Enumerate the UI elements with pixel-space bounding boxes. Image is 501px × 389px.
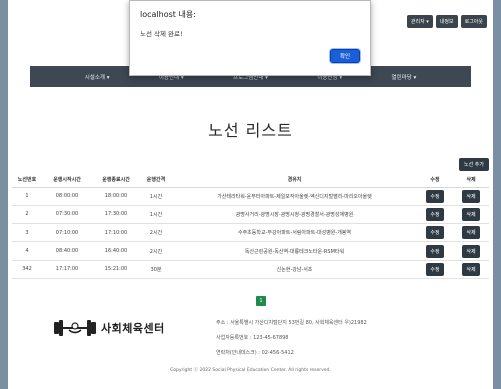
footer-address: 주소 : 서울특별시 가산디지털단지 53번길 80, 사회체육센터 우)219…	[216, 320, 367, 326]
alert-title: localhost 내용:	[140, 10, 196, 19]
start-time: 08:40:00	[42, 241, 92, 261]
edit-button[interactable]: 수정	[426, 262, 444, 276]
col-edit: 수정	[417, 173, 453, 188]
edit-cell: 수정	[417, 223, 453, 243]
route-no: 342	[12, 260, 42, 279]
col-delete: 삭제	[453, 173, 489, 188]
edit-button[interactable]: 수정	[426, 244, 444, 258]
alert-message: 노선 삭제 완료!	[140, 30, 183, 38]
start-time: 08:00:00	[42, 187, 92, 206]
delete-button[interactable]: 삭제	[462, 262, 480, 276]
delete-cell: 삭제	[453, 241, 489, 261]
table-row: 2 07:30:00 17:30:00 1시간 광명사거리-광명시장-광명시청-…	[12, 205, 489, 225]
route-table: 노선번호 운행시작시간 운행종료시간 운행간격 경유지 수정 삭제 1 08:0…	[12, 173, 489, 279]
delete-button[interactable]: 삭제	[462, 207, 480, 221]
edit-button[interactable]: 수정	[426, 189, 444, 203]
page-title: 노선 리스트	[208, 121, 293, 140]
stops: 가산테라타워-윤부터아파트-제일포작아울렛-엑신디지털밸리-마리오아울렛	[172, 187, 417, 206]
edit-cell: 수정	[417, 241, 453, 261]
route-no: 4	[12, 241, 42, 261]
col-interval: 운행간격	[140, 173, 172, 188]
start-time: 07:30:00	[42, 205, 92, 225]
admin-menu-button[interactable]: 관리자 ▾	[406, 15, 433, 28]
end-time: 17:30:00	[92, 205, 140, 225]
interval: 1시간	[140, 187, 172, 206]
stops: 신논현-강남-서초	[172, 260, 417, 279]
end-time: 17:10:00	[92, 223, 140, 243]
delete-cell: 삭제	[453, 205, 489, 225]
copyright: Copyright ⓒ 2022 Social Physical Educati…	[170, 368, 331, 373]
stops: 광명사거리-광명시장-광명시청-광명경찰서-광명성애병원	[172, 205, 417, 225]
delete-cell: 삭제	[453, 223, 489, 243]
alert-ok-button[interactable]: 확인	[330, 49, 360, 63]
end-time: 18:00:00	[92, 187, 140, 206]
edit-cell: 수정	[417, 187, 453, 206]
dumbbell-icon	[54, 320, 96, 336]
interval: 2시간	[140, 241, 172, 261]
start-time: 17:17:00	[42, 260, 92, 279]
site-logo[interactable]: 사회체육센터	[52, 318, 165, 338]
interval: 2시간	[140, 223, 172, 243]
edit-cell: 수정	[417, 260, 453, 279]
edit-button[interactable]: 수정	[426, 226, 444, 240]
route-no: 3	[12, 223, 42, 243]
footer-info: 주소 : 서울특별시 가산디지털단지 53번길 80, 사회체육센터 우)219…	[216, 316, 367, 361]
logout-button[interactable]: 로그아웃	[460, 15, 487, 28]
edit-button[interactable]: 수정	[426, 207, 444, 221]
nav-item-open-forum[interactable]: 열린마당 ▾	[392, 73, 417, 81]
route-no: 2	[12, 205, 42, 225]
table-row: 4 08:40:00 16:40:00 2시간 독산근린공원-독산역-대륭테크노…	[12, 241, 489, 261]
table-header-row: 노선번호 운행시작시간 운행종료시간 운행간격 경유지 수정 삭제	[12, 173, 489, 188]
top-buttons: 관리자 ▾ 내정보 로그아웃	[406, 15, 487, 28]
table-row: 3 07:10:00 17:10:00 2시간 수주초등학교-부강아파트-서림아…	[12, 223, 489, 243]
col-route-no: 노선번호	[12, 173, 42, 188]
interval: 30분	[140, 260, 172, 279]
nav-item-facility[interactable]: 시설소개 ▾	[85, 73, 110, 81]
col-start-time: 운행시작시간	[42, 173, 92, 188]
end-time: 16:40:00	[92, 241, 140, 261]
stops: 수주초등학교-부강아파트-서림아파트-대성병원-개봉역	[172, 223, 417, 243]
delete-button[interactable]: 삭제	[462, 189, 480, 203]
delete-button[interactable]: 삭제	[462, 244, 480, 258]
end-time: 15:21:00	[92, 260, 140, 279]
start-time: 07:10:00	[42, 223, 92, 243]
edit-cell: 수정	[417, 205, 453, 225]
footer-business-number: 사업자등록번호 : 123-45-67898	[216, 335, 289, 341]
add-route-button[interactable]: 노선 추가	[459, 158, 489, 171]
col-end-time: 운행종료시간	[92, 173, 140, 188]
route-no: 1	[12, 187, 42, 206]
delete-button[interactable]: 삭제	[462, 226, 480, 240]
stops: 독산근린공원-독산역-대륭테크노타운-RSM타워	[172, 241, 417, 261]
delete-cell: 삭제	[453, 260, 489, 279]
interval: 1시간	[140, 205, 172, 225]
table-row: 1 08:00:00 18:00:00 1시간 가산테라타워-윤부터아파트-제일…	[12, 187, 489, 206]
alert-dialog: localhost 내용: 노선 삭제 완료! 확인	[129, 0, 371, 76]
footer-contact: 연락처(안내데스크) : 02-456-5412	[216, 350, 294, 356]
pagination-page-1[interactable]: 1	[256, 296, 266, 306]
table-row: 342 17:17:00 15:21:00 30분 신논현-강남-서초 수정 삭…	[12, 260, 489, 279]
logo-text: 사회체육센터	[101, 322, 165, 335]
delete-cell: 삭제	[453, 187, 489, 206]
my-info-button[interactable]: 내정보	[435, 15, 458, 28]
col-stops: 경유지	[172, 173, 417, 188]
